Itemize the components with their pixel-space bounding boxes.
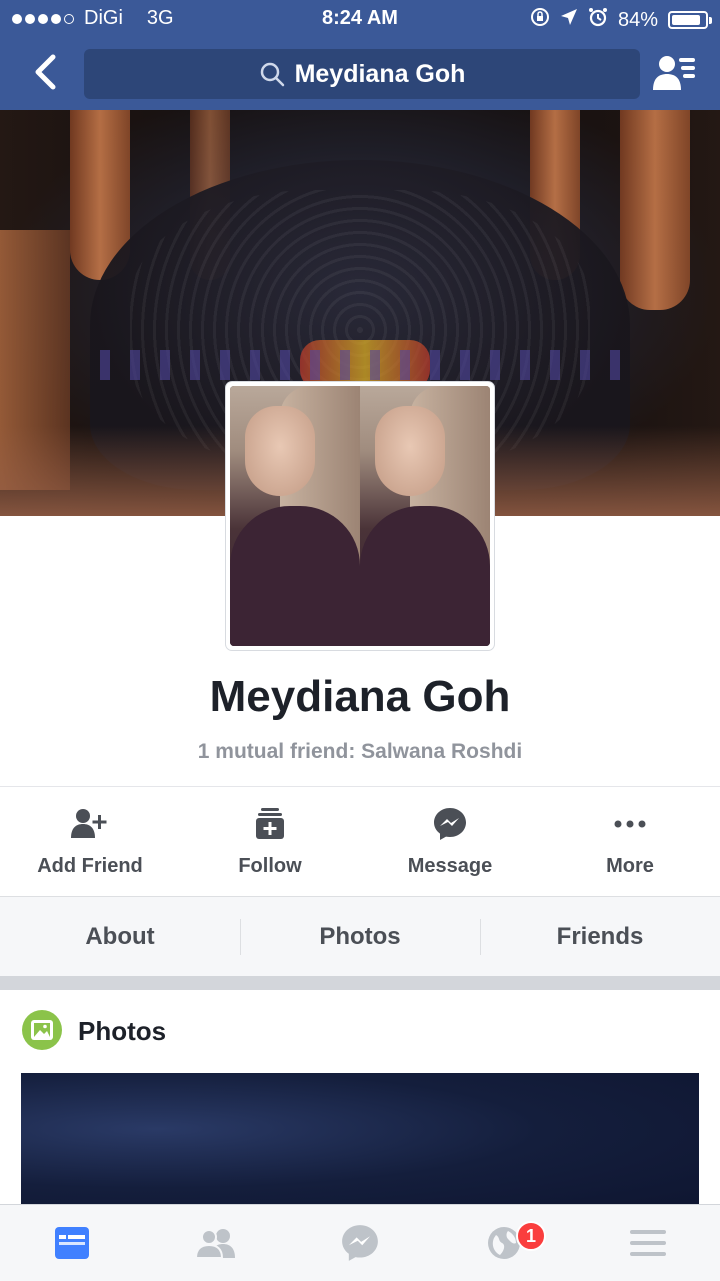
mutual-friends-text[interactable]: 1 mutual friend: Salwana Roshdi: [0, 740, 720, 764]
location-arrow-icon: [560, 8, 578, 32]
more-label: More: [606, 855, 654, 877]
rotation-lock-icon: [530, 7, 550, 33]
back-button[interactable]: [22, 48, 70, 96]
battery-percent: 84%: [617, 8, 658, 31]
nav-friends[interactable]: [144, 1205, 288, 1281]
messenger-icon: [342, 1225, 378, 1261]
follow-button[interactable]: Follow: [180, 787, 360, 895]
message-button[interactable]: Message: [360, 787, 540, 895]
add-friend-icon: [71, 809, 107, 838]
profile-tabs: About Photos Friends: [0, 896, 720, 977]
friend-requests-button[interactable]: [650, 50, 700, 96]
nav-notifications[interactable]: 1: [432, 1205, 576, 1281]
profile-name: Meydiana Goh: [209, 672, 511, 721]
nav-menu[interactable]: [576, 1205, 720, 1281]
menu-icon: [630, 1230, 666, 1256]
add-friend-label: Add Friend: [37, 855, 143, 877]
photos-section: Photos: [0, 990, 720, 1213]
bottom-navigation: 1: [0, 1204, 720, 1281]
follow-label: Follow: [238, 855, 302, 877]
add-friend-button[interactable]: Add Friend: [0, 787, 180, 895]
friend-requests-icon: [653, 56, 695, 90]
tab-about[interactable]: About: [0, 897, 240, 977]
battery-icon: [668, 11, 712, 29]
nav-messenger[interactable]: [288, 1205, 432, 1281]
search-icon: [260, 62, 284, 87]
tab-photos[interactable]: Photos: [240, 897, 480, 977]
nav-news-feed[interactable]: [0, 1205, 144, 1281]
more-icon: [614, 820, 646, 828]
section-separator: [0, 976, 720, 990]
notification-badge: 1: [516, 1221, 546, 1251]
search-query: Meydiana Goh: [294, 59, 466, 88]
search-bar[interactable]: Meydiana Goh: [84, 49, 640, 99]
top-bar: DiGi 3G 8:24 AM 84% Meydiana Goh: [0, 0, 720, 110]
photos-section-title: Photos: [78, 1016, 167, 1046]
message-label: Message: [407, 855, 493, 877]
more-button[interactable]: More: [540, 787, 720, 895]
friends-icon: [195, 1229, 235, 1259]
alarm-icon: [588, 7, 608, 33]
photo-thumbnail[interactable]: [21, 1073, 699, 1213]
follow-icon: [256, 808, 284, 839]
tab-friends[interactable]: Friends: [480, 897, 720, 977]
status-bar: DiGi 3G 8:24 AM 84%: [0, 0, 720, 38]
profile-actions: Add Friend Follow Message More: [0, 787, 720, 895]
photos-icon: [22, 1010, 62, 1050]
messenger-icon: [434, 808, 466, 840]
profile-picture[interactable]: [226, 382, 494, 650]
back-chevron-icon: [35, 54, 56, 90]
news-feed-icon: [55, 1227, 89, 1259]
